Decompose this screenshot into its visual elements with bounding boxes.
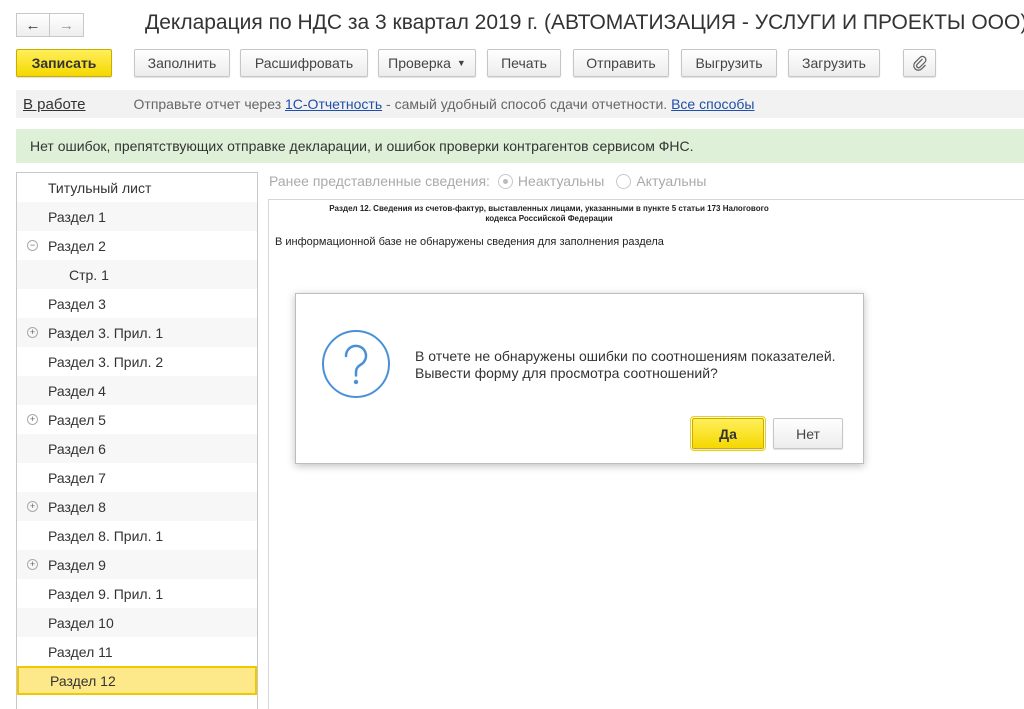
document-status-link[interactable]: В работе [23,96,86,113]
collapse-icon[interactable]: − [27,240,38,251]
report-heading-line2: кодекса Российской Федерации [485,214,613,223]
all-methods-link[interactable]: Все способы [671,96,754,112]
expand-icon[interactable]: + [27,559,38,570]
tree-item-section-8[interactable]: + Раздел 8 [17,492,257,521]
dialog-message: В отчете не обнаружены ошибки по соотнош… [415,348,836,382]
tree-item-section-6[interactable]: Раздел 6 [17,434,257,463]
tree-item-label: Стр. 1 [69,266,109,283]
tree-item-label: Раздел 4 [48,382,106,399]
tree-item-section-3-app-1[interactable]: + Раздел 3. Прил. 1 [17,318,257,347]
print-button[interactable]: Печать [487,49,561,77]
page-title: Декларация по НДС за 3 квартал 2019 г. (… [145,11,1024,34]
previous-data-selector: Ранее представленные сведения: Неактуаль… [269,173,706,189]
expand-icon[interactable]: + [27,501,38,512]
tree-item-label: Раздел 9 [48,556,106,573]
tree-item-label: Раздел 2 [48,237,106,254]
dialog-message-line2: Вывести форму для просмотра соотношений? [415,365,718,381]
check-result-banner: Нет ошибок, препятствующих отправке декл… [16,129,1024,163]
caret-down-icon: ▼ [456,58,466,68]
radio-relevant[interactable] [616,173,632,189]
check-dropdown-button[interactable]: Проверка ▼ [378,49,476,77]
confirm-dialog: В отчете не обнаружены ошибки по соотнош… [295,293,864,464]
radio-irrelevant-label[interactable]: Неактуальны [518,173,604,189]
status-hint: Отправьте отчет через 1С-Отчетность - са… [134,96,755,112]
previous-data-label: Ранее представленные сведения: [269,173,490,189]
back-button[interactable]: ← [16,13,50,37]
tree-item-label: Раздел 3. Прил. 1 [48,324,164,341]
tree-item-title-page[interactable]: Титульный лист [17,173,257,202]
arrow-right-icon: → [59,16,74,34]
tree-item-label: Раздел 12 [50,672,116,689]
tree-item-label: Раздел 3 [48,295,106,312]
tree-item-section-2[interactable]: − Раздел 2 [17,231,257,260]
tree-item-label: Раздел 8. Прил. 1 [48,527,164,544]
tree-item-section-3-app-2[interactable]: Раздел 3. Прил. 2 [17,347,257,376]
tree-item-label: Раздел 5 [48,411,106,428]
status-text-after: - самый удобный способ сдачи отчетности. [382,96,672,112]
tree-item-section-10[interactable]: Раздел 10 [17,608,257,637]
arrow-left-icon: ← [25,16,41,34]
radio-irrelevant[interactable] [497,173,513,189]
tree-item-label: Титульный лист [48,179,152,196]
yes-button[interactable]: Да [690,416,766,451]
export-button[interactable]: Выгрузить [681,49,777,77]
tree-item-section-7[interactable]: Раздел 7 [17,463,257,492]
question-icon [322,330,390,398]
send-button[interactable]: Отправить [573,49,669,77]
check-result-message: Нет ошибок, препятствующих отправке декл… [30,138,694,154]
report-heading-line1: Раздел 12. Сведения из счетов-фактур, вы… [329,204,769,213]
expand-icon[interactable]: + [27,414,38,425]
tree-item-section-4[interactable]: Раздел 4 [17,376,257,405]
tree-item-section-3[interactable]: Раздел 3 [17,289,257,318]
report-note: В информационной базе не обнаружены свед… [275,236,664,248]
tree-item-label: Раздел 3. Прил. 2 [48,353,164,370]
tree-item-label: Раздел 7 [48,469,106,486]
save-button[interactable]: Записать [16,49,112,77]
1c-reporting-link[interactable]: 1С-Отчетность [285,96,382,112]
decode-button[interactable]: Расшифровать [240,49,368,77]
tree-item-label: Раздел 11 [48,643,113,660]
tree-item-label: Раздел 10 [48,614,114,631]
tree-item-section-12[interactable]: Раздел 12 [17,666,257,695]
tree-item-label: Раздел 9. Прил. 1 [48,585,164,602]
status-text-before: Отправьте отчет через [133,96,285,112]
report-heading: Раздел 12. Сведения из счетов-фактур, вы… [303,204,795,224]
tree-item-label: Раздел 6 [48,440,106,457]
import-button[interactable]: Загрузить [788,49,880,77]
fill-button[interactable]: Заполнить [134,49,230,77]
status-bar: В работе Отправьте отчет через 1С-Отчетн… [16,90,1024,118]
forward-button[interactable]: → [50,13,84,37]
attach-button[interactable] [903,49,936,77]
tree-item-section-8-app-1[interactable]: Раздел 8. Прил. 1 [17,521,257,550]
tree-item-section-1[interactable]: Раздел 1 [17,202,257,231]
tree-item-section-9-app-1[interactable]: Раздел 9. Прил. 1 [17,579,257,608]
radio-relevant-label[interactable]: Актуальны [636,173,706,189]
no-button[interactable]: Нет [773,418,843,449]
expand-icon[interactable]: + [27,327,38,338]
check-button-label: Проверка [388,55,451,71]
dialog-message-line1: В отчете не обнаружены ошибки по соотнош… [415,348,836,364]
tree-item-section-11[interactable]: Раздел 11 [17,637,257,666]
tree-item-section-2-page-1[interactable]: Стр. 1 [17,260,257,289]
section-tree: Титульный лист Раздел 1 − Раздел 2 Стр. 1… [16,172,258,709]
tree-item-section-9[interactable]: + Раздел 9 [17,550,257,579]
history-nav: ← → [16,13,84,37]
tree-item-label: Раздел 1 [48,208,106,225]
tree-item-label: Раздел 8 [48,498,106,515]
tree-item-section-5[interactable]: + Раздел 5 [17,405,257,434]
paperclip-icon [912,55,926,71]
